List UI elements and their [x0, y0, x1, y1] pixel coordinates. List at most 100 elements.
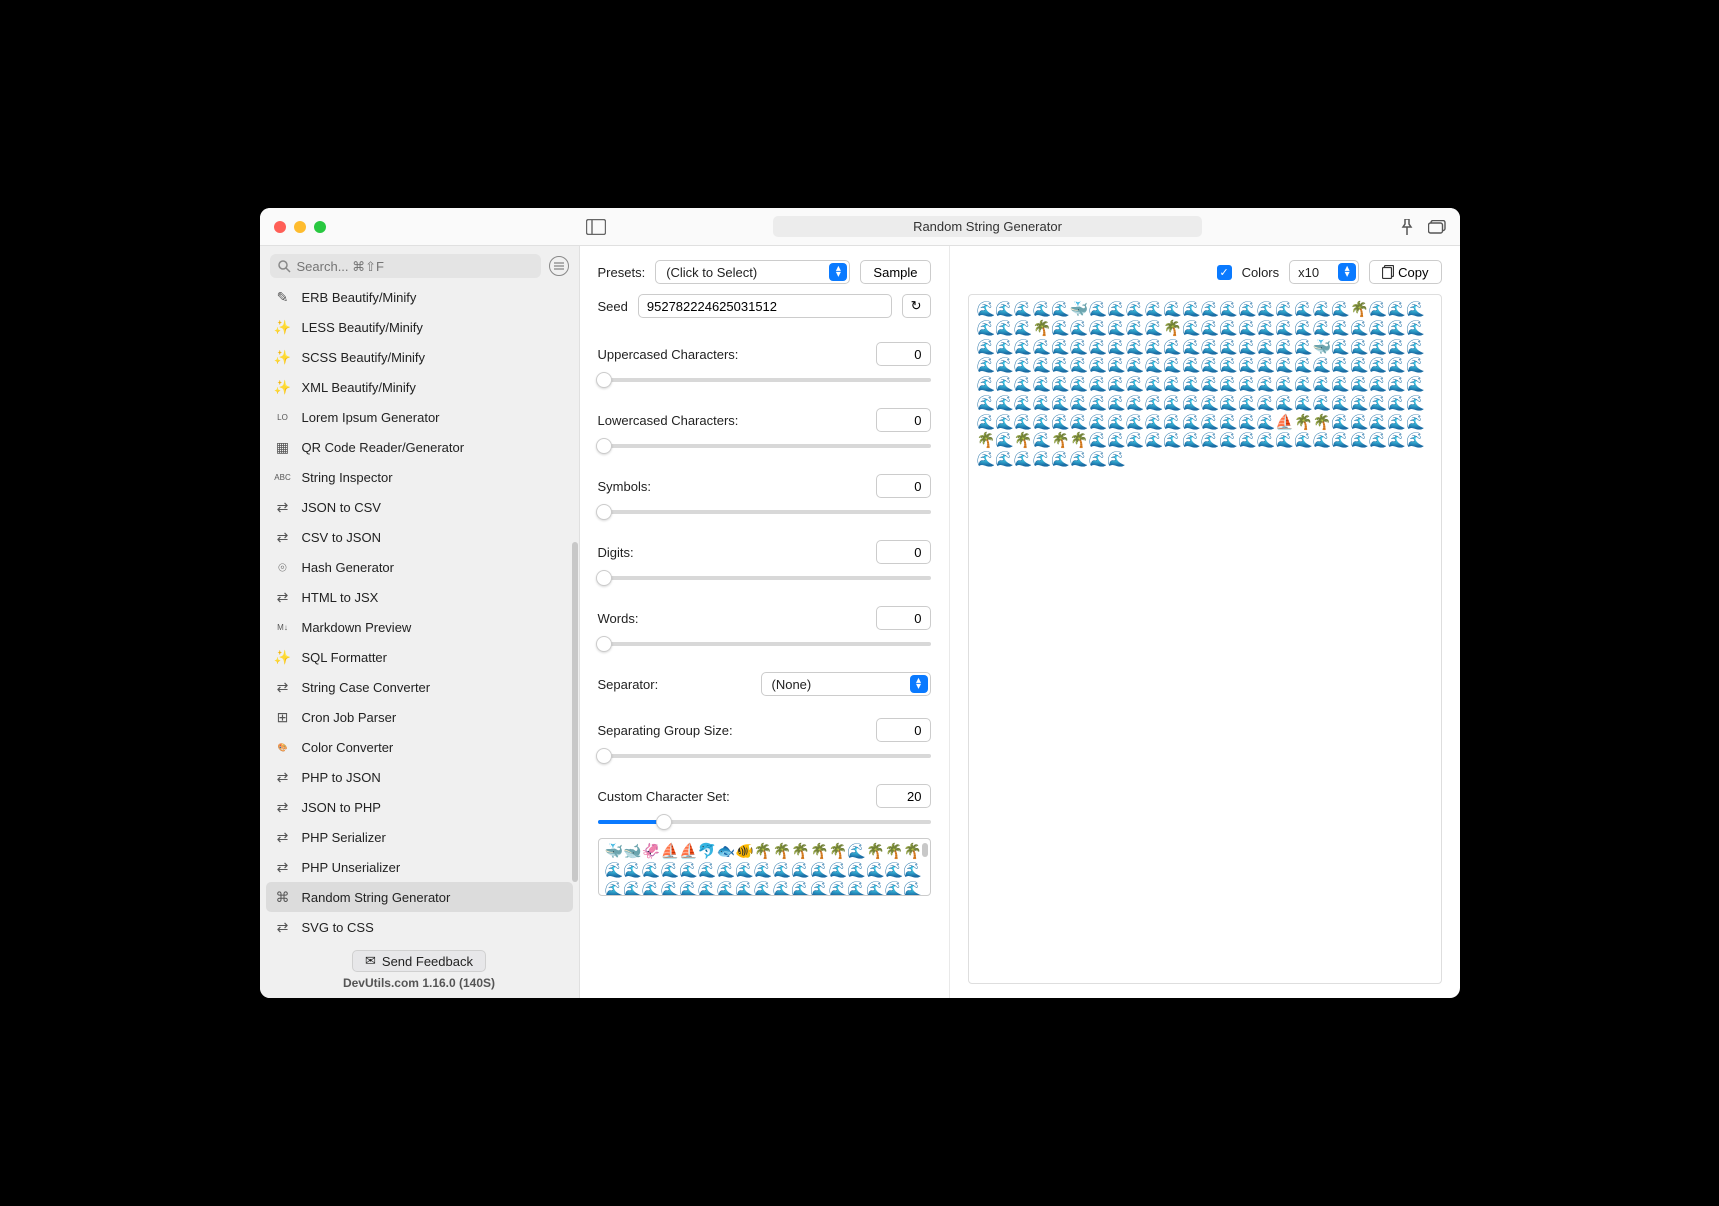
sidebar-item[interactable]: ✨SQL Formatter	[266, 642, 573, 672]
seed-input[interactable]	[638, 294, 892, 318]
minimize-icon[interactable]	[294, 221, 306, 233]
tool-icon: M↓	[274, 623, 292, 632]
sidebar-item[interactable]: ⌘Random String Generator	[266, 882, 573, 912]
sidebar-item[interactable]: ⇄ JSON to CSV	[266, 492, 573, 522]
titlebar: Random String Generator	[260, 208, 1460, 246]
sidebar-item-label: SCSS Beautify/Minify	[302, 350, 426, 365]
windows-icon[interactable]	[1428, 220, 1446, 234]
separator-select[interactable]: (None) ▴▾	[761, 672, 931, 696]
sidebar-item-label: JSON to CSV	[302, 500, 381, 515]
sidebar-item[interactable]: ⇄ CSV to JSON	[266, 522, 573, 552]
version-label: DevUtils.com 1.16.0 (140S)	[260, 976, 579, 990]
close-icon[interactable]	[274, 221, 286, 233]
sidebar-item-label: QR Code Reader/Generator	[302, 440, 465, 455]
sidebar-item[interactable]: ⇄JSON to PHP	[266, 792, 573, 822]
sidebar-item[interactable]: ▦QR Code Reader/Generator	[266, 432, 573, 462]
customset-scrollbar[interactable]	[922, 843, 928, 857]
output-textarea[interactable]: 🌊🌊🌊🌊🌊🐳🌊🌊🌊🌊🌊🌊🌊🌊🌊🌊🌊🌊🌊🌊🌴🌊🌊🌊🌊🌊🌊🌴🌊🌊🌊🌊🌊🌊🌴🌊🌊🌊🌊🌊…	[968, 294, 1442, 984]
sidebar-item[interactable]: ⇄SVG to CSS	[266, 912, 573, 942]
sidebar-item[interactable]: ⇄ PHP Serializer	[266, 822, 573, 852]
tool-icon: ⇄	[274, 829, 292, 846]
chevron-updown-icon: ▴▾	[1338, 263, 1356, 281]
list-options-icon[interactable]	[549, 256, 569, 276]
symbols-input[interactable]	[876, 474, 931, 498]
words-label: Words:	[598, 611, 639, 626]
presets-label: Presets:	[598, 265, 646, 280]
digits-slider[interactable]	[598, 570, 931, 586]
search-input-wrap[interactable]	[270, 254, 541, 278]
sidebar-item[interactable]: ⇄ PHP to JSON	[266, 762, 573, 792]
zoom-icon[interactable]	[314, 221, 326, 233]
sidebar-item-label: XML Beautify/Minify	[302, 380, 416, 395]
sidebar-item-label: JSON to PHP	[302, 800, 381, 815]
uppercased-slider[interactable]	[598, 372, 931, 388]
regenerate-seed-button[interactable]: ↻	[902, 294, 931, 318]
sidebar-item[interactable]: ✎ ERB Beautify/Minify	[266, 282, 573, 312]
sidebar-item-label: Cron Job Parser	[302, 710, 397, 725]
words-slider[interactable]	[598, 636, 931, 652]
tool-icon: ✨	[274, 319, 292, 336]
sidebar-item-label: CSV to JSON	[302, 530, 381, 545]
sidebar-item[interactable]: ⌾Hash Generator	[266, 552, 573, 582]
tool-icon: 🎨	[274, 743, 292, 752]
tool-icon: ✎	[274, 289, 292, 306]
lowercased-slider[interactable]	[598, 438, 931, 454]
chevron-updown-icon: ▴▾	[910, 675, 928, 693]
sidebar-item[interactable]: 🎨Color Converter	[266, 732, 573, 762]
groupsize-slider[interactable]	[598, 748, 931, 764]
tool-icon: ⇄	[274, 769, 292, 786]
sidebar-item-label: Random String Generator	[302, 890, 451, 905]
sidebar-item-label: ERB Beautify/Minify	[302, 290, 417, 305]
copy-button[interactable]: Copy	[1369, 260, 1441, 284]
lowercased-input[interactable]	[876, 408, 931, 432]
sidebar-item-label: PHP Unserializer	[302, 860, 401, 875]
sidebar-item[interactable]: ⇄HTML to JSX	[266, 582, 573, 612]
tool-icon: ABC	[274, 473, 292, 482]
sidebar-item[interactable]: ABCString Inspector	[266, 462, 573, 492]
sidebar-item[interactable]: ⇄ PHP Unserializer	[266, 852, 573, 882]
sidebar-item[interactable]: ✨LESS Beautify/Minify	[266, 312, 573, 342]
multiplier-value: x10	[1298, 265, 1319, 280]
pin-icon[interactable]	[1400, 219, 1414, 235]
uppercased-label: Uppercased Characters:	[598, 347, 739, 362]
sidebar-item[interactable]: LOLorem Ipsum Generator	[266, 402, 573, 432]
customset-slider[interactable]	[598, 814, 931, 830]
words-input[interactable]	[876, 606, 931, 630]
seed-label: Seed	[598, 299, 628, 314]
sidebar-item[interactable]: ✨ SCSS Beautify/Minify	[266, 342, 573, 372]
sidebar-item-label: HTML to JSX	[302, 590, 379, 605]
sidebar-item[interactable]: M↓Markdown Preview	[266, 612, 573, 642]
presets-select[interactable]: (Click to Select) ▴▾	[655, 260, 850, 284]
toggle-sidebar-icon[interactable]	[586, 219, 606, 235]
tool-icon: ✨	[274, 349, 292, 366]
customset-input[interactable]	[876, 784, 931, 808]
symbols-slider[interactable]	[598, 504, 931, 520]
tool-icon: ⇄	[274, 499, 292, 516]
tool-list[interactable]: ✎ ERB Beautify/Minify ✨LESS Beautify/Minif…	[260, 282, 579, 944]
sidebar-item-label: PHP to JSON	[302, 770, 381, 785]
tool-icon: ⇄	[274, 859, 292, 876]
sidebar-item[interactable]: ✨XML Beautify/Minify	[266, 372, 573, 402]
groupsize-input[interactable]	[876, 718, 931, 742]
digits-input[interactable]	[876, 540, 931, 564]
sidebar-scrollbar[interactable]	[572, 542, 578, 882]
separator-label: Separator:	[598, 677, 751, 692]
app-window: Random String Generator	[260, 208, 1460, 998]
presets-value: (Click to Select)	[666, 265, 757, 280]
tool-icon: ⇄	[274, 679, 292, 696]
search-icon	[278, 260, 291, 273]
multiplier-select[interactable]: x10 ▴▾	[1289, 260, 1359, 284]
search-input[interactable]	[297, 259, 533, 274]
tool-icon: ⇄	[274, 529, 292, 546]
colors-checkbox[interactable]: ✓	[1217, 265, 1232, 280]
customset-textarea[interactable]: 🐳🐋🦑⛵⛵🐬🐟🐠🌴🌴🌴🌴🌴🌊🌴🌴🌴🌊🌊🌊🌊🌊🌊🌊🌊🌊🌊🌊🌊🌊🌊🌊🌊🌊🌊🌊🌊🌊🌊🌊…	[598, 838, 931, 896]
copy-icon	[1382, 265, 1394, 279]
uppercased-input[interactable]	[876, 342, 931, 366]
sample-button[interactable]: Sample	[860, 260, 930, 284]
sidebar-item-label: Lorem Ipsum Generator	[302, 410, 440, 425]
sidebar-item-label: PHP Serializer	[302, 830, 386, 845]
sidebar-item[interactable]: ⇄ String Case Converter	[266, 672, 573, 702]
sidebar-item-label: String Case Converter	[302, 680, 431, 695]
sidebar-item[interactable]: ⊞Cron Job Parser	[266, 702, 573, 732]
send-feedback-button[interactable]: ✉ Send Feedback	[352, 950, 486, 972]
